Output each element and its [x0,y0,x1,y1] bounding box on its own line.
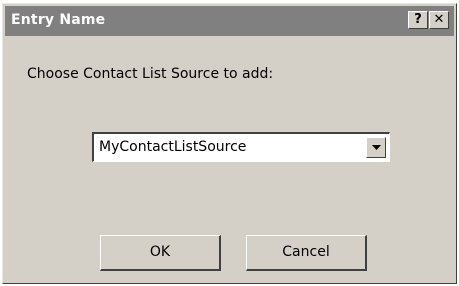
prompt-label: Choose Contact List Source to add: [27,66,274,82]
dropdown-button[interactable] [366,137,386,158]
chevron-down-icon [372,145,381,150]
help-icon: ? [414,12,422,27]
contact-list-source-select[interactable]: MyContactListSource [92,132,390,162]
close-icon: ✕ [433,12,445,27]
cancel-button[interactable]: Cancel [246,235,367,271]
help-button[interactable]: ? [408,11,428,29]
entry-name-dialog: Entry Name ? ✕ Choose Contact List Sourc… [2,3,457,284]
close-button[interactable]: ✕ [429,11,449,29]
dialog-title: Entry Name [11,12,106,28]
title-bar[interactable]: Entry Name ? ✕ [5,6,454,36]
selected-value: MyContactListSource [99,139,247,155]
ok-button[interactable]: OK [100,235,221,271]
